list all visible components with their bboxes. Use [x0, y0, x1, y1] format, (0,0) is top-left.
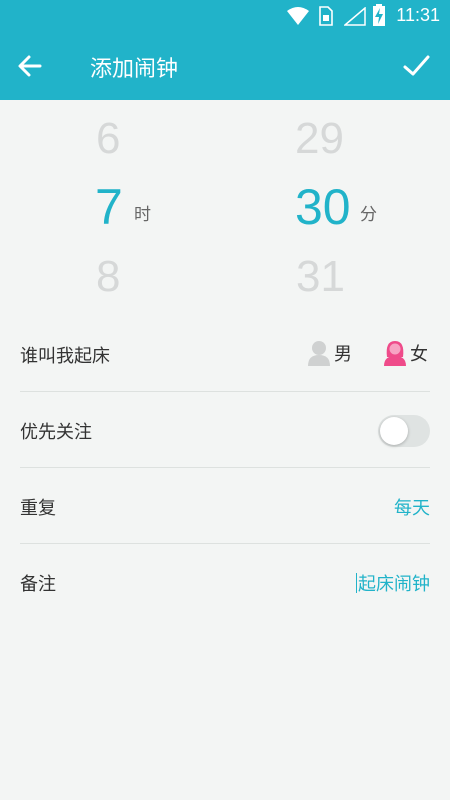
checkmark-icon[interactable]: [400, 50, 432, 82]
repeat-value[interactable]: 每天: [394, 494, 430, 520]
signal-icon: [344, 7, 366, 26]
male-voice-option[interactable]: 男: [307, 335, 352, 371]
minute-next[interactable]: 31: [296, 252, 345, 302]
minute-unit: 分: [360, 205, 377, 225]
hour-next[interactable]: 8: [96, 252, 120, 302]
hour-unit: 时: [134, 205, 151, 225]
hour-selected[interactable]: 7: [95, 178, 123, 236]
wake-voice-label: 谁叫我起床: [20, 346, 110, 367]
status-time: 11:31: [396, 5, 440, 25]
app-bar: 添加闹钟: [0, 32, 450, 100]
back-arrow-icon[interactable]: [14, 50, 46, 82]
toggle-knob: [380, 417, 408, 445]
female-voice-option[interactable]: 女: [383, 335, 428, 371]
hour-prev[interactable]: 6: [96, 114, 120, 164]
status-bar: 11:31: [0, 0, 450, 32]
male-voice-label: 男: [334, 344, 352, 365]
repeat-row[interactable]: 重复 每天: [0, 468, 450, 544]
note-row[interactable]: 备注 起床闹钟: [0, 544, 450, 620]
note-label: 备注: [20, 574, 56, 595]
wifi-icon: [287, 7, 309, 25]
male-voice-icon: [308, 341, 330, 366]
priority-row: 优先关注: [0, 392, 450, 468]
wake-voice-row: 谁叫我起床 男 女: [0, 316, 450, 392]
female-voice-icon: [384, 341, 406, 366]
repeat-label: 重复: [20, 498, 56, 519]
time-picker[interactable]: 6 7 时 8 29 30 分 31: [0, 100, 450, 320]
priority-label: 优先关注: [20, 422, 92, 443]
sim-icon: [319, 6, 333, 26]
page-title: 添加闹钟: [90, 57, 179, 82]
note-value: 起床闹钟: [358, 574, 430, 595]
battery-icon: [373, 4, 385, 26]
female-voice-label: 女: [410, 344, 428, 365]
minute-prev[interactable]: 29: [295, 114, 344, 164]
text-cursor: [356, 573, 357, 593]
note-input[interactable]: 起床闹钟: [356, 570, 430, 596]
minute-selected[interactable]: 30: [295, 178, 351, 236]
priority-toggle[interactable]: [378, 415, 430, 447]
